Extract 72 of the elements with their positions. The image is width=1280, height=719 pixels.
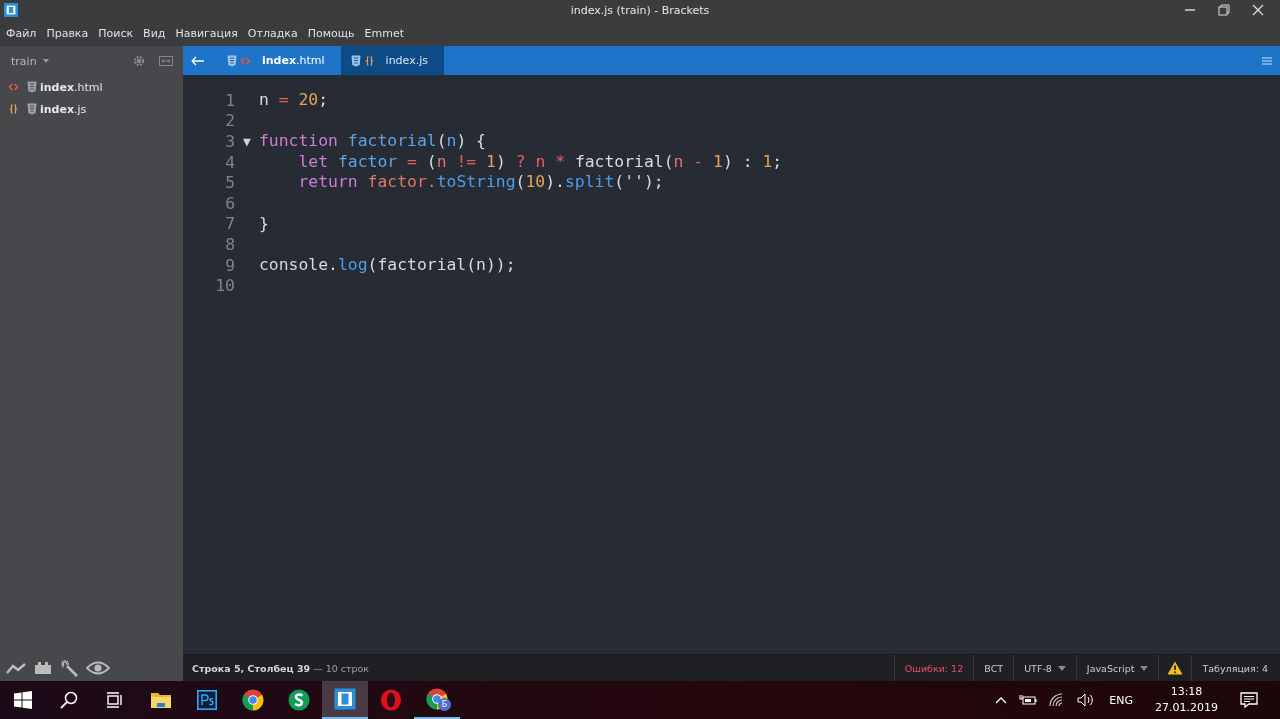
- project-name[interactable]: train: [11, 54, 37, 68]
- brick-icon[interactable]: [34, 661, 52, 675]
- caret-icon[interactable]: [42, 59, 49, 63]
- volume-icon[interactable]: [1077, 693, 1096, 707]
- line-number: 9: [224, 255, 235, 275]
- gear-icon[interactable]: [133, 55, 145, 67]
- caret-icon[interactable]: [1140, 665, 1149, 671]
- menu-item[interactable]: Правка: [46, 26, 89, 40]
- code-line: function factorial(n) {: [259, 131, 486, 152]
- code-line: }: [259, 213, 269, 235]
- angle-brackets-icon: [8, 82, 19, 92]
- fold-marker[interactable]: ▼: [243, 134, 251, 149]
- shield-icon: [27, 81, 37, 93]
- menu-item[interactable]: Помощь: [307, 26, 355, 40]
- back-arrow-icon[interactable]: [191, 55, 205, 66]
- browser-icon[interactable]: [242, 689, 264, 711]
- app-icon[interactable]: [197, 690, 217, 710]
- menu-item[interactable]: Вид: [143, 26, 166, 40]
- angle-brackets-icon: [240, 55, 251, 66]
- line-number: 6: [224, 193, 235, 213]
- task-view-icon[interactable]: [106, 691, 124, 709]
- split-icon[interactable]: [159, 55, 173, 67]
- battery-icon[interactable]: [1019, 694, 1038, 706]
- shield-icon: [350, 54, 361, 67]
- app-icon: [4, 3, 18, 17]
- code-line: console.log(factorial(n));: [259, 254, 516, 276]
- line-number: 7: [224, 214, 235, 234]
- warning-icon[interactable]: [1167, 661, 1184, 675]
- code-line: n = 20;: [259, 90, 329, 111]
- menu-item[interactable]: Файл: [6, 26, 37, 40]
- line-number: 8: [224, 234, 235, 254]
- code-line: return factor.toString(10).split('');: [297, 172, 664, 193]
- close-icon[interactable]: [1252, 4, 1264, 16]
- window-title: index.js (train) - Brackets: [570, 3, 710, 17]
- search-icon[interactable]: [60, 691, 78, 709]
- curly-braces-icon: [363, 55, 375, 66]
- magic-wand-icon[interactable]: [60, 659, 78, 677]
- shield-icon: [227, 54, 237, 67]
- menu-item[interactable]: Emmet: [364, 26, 404, 40]
- menu-item[interactable]: Навигация: [175, 26, 238, 40]
- working-file[interactable]: index.js: [40, 102, 87, 116]
- app-icon[interactable]: [334, 688, 356, 710]
- cursor-position: Строка 5, Столбец 39 — 10 строк: [192, 662, 370, 674]
- line-number: 3: [224, 132, 235, 151]
- menu-item[interactable]: Отладка: [247, 26, 298, 40]
- profile-badge: Б: [438, 698, 451, 711]
- working-file[interactable]: index.html: [40, 80, 103, 94]
- folder-icon[interactable]: [150, 691, 172, 709]
- taskbar-app[interactable]: [322, 681, 368, 719]
- menu-item[interactable]: Поиск: [98, 26, 134, 40]
- input-language[interactable]: ENG: [1109, 693, 1133, 707]
- caret-icon[interactable]: [1057, 665, 1066, 671]
- line-number: 1: [224, 90, 235, 110]
- curly-braces-icon: [8, 104, 19, 114]
- line-number: 5: [224, 173, 235, 193]
- line-number: 4: [224, 152, 235, 172]
- clock-time[interactable]: 13:18: [1170, 684, 1203, 700]
- editor-tab[interactable]: index.js: [340, 46, 444, 75]
- windows-icon[interactable]: [14, 691, 32, 709]
- line-number: 10: [214, 276, 235, 296]
- taskbar-app[interactable]: Б: [414, 681, 460, 719]
- eye-icon[interactable]: [86, 661, 110, 675]
- shield-icon: [27, 103, 37, 115]
- code-line: let factor = (n != 1) ? n * factorial(n - 1) : 1;: [297, 151, 783, 173]
- notification-icon[interactable]: [1240, 692, 1258, 708]
- editor-tab[interactable]: index.html: [217, 46, 341, 75]
- clock-date[interactable]: 27.01.2019: [1155, 700, 1218, 716]
- line-chart-icon[interactable]: [6, 662, 26, 674]
- line-number: 2: [224, 111, 235, 131]
- chevron-up-icon[interactable]: [995, 696, 1008, 704]
- app-icon[interactable]: [288, 689, 310, 711]
- restore-icon[interactable]: [1218, 4, 1230, 16]
